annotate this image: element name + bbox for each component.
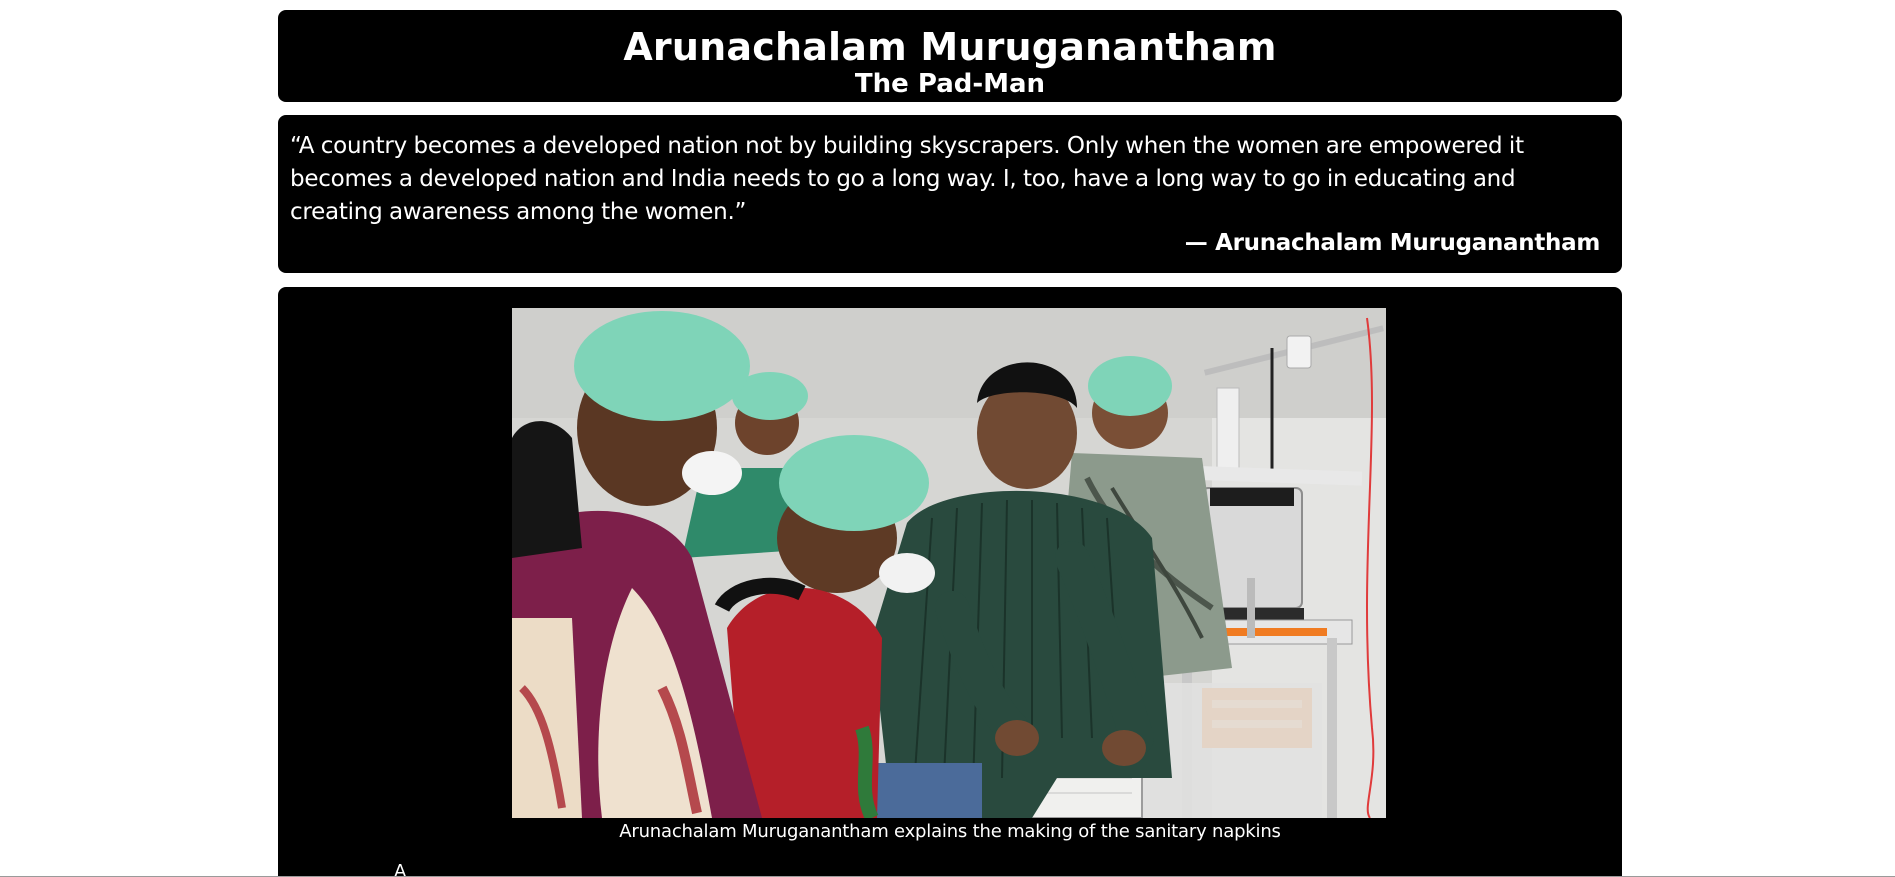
next-section-heading-peek: A <box>394 861 407 877</box>
quote-card: “A country becomes a developed nation no… <box>278 115 1622 273</box>
feature-photo <box>512 308 1386 818</box>
photo-card: Arunachalam Muruganantham explains the m… <box>278 287 1622 877</box>
photo-caption: Arunachalam Muruganantham explains the m… <box>619 821 1281 842</box>
quote-attribution: — Arunachalam Muruganantham <box>1184 230 1601 256</box>
page: Arunachalam Muruganantham The Pad-Man “A… <box>0 0 1895 877</box>
page-title: Arunachalam Muruganantham <box>623 25 1277 69</box>
page-subtitle: The Pad-Man <box>854 69 1046 99</box>
title-banner: Arunachalam Muruganantham The Pad-Man <box>278 10 1622 102</box>
quote-text: “A country becomes a developed nation no… <box>290 133 1524 225</box>
feature-photo-illustration <box>512 308 1386 818</box>
